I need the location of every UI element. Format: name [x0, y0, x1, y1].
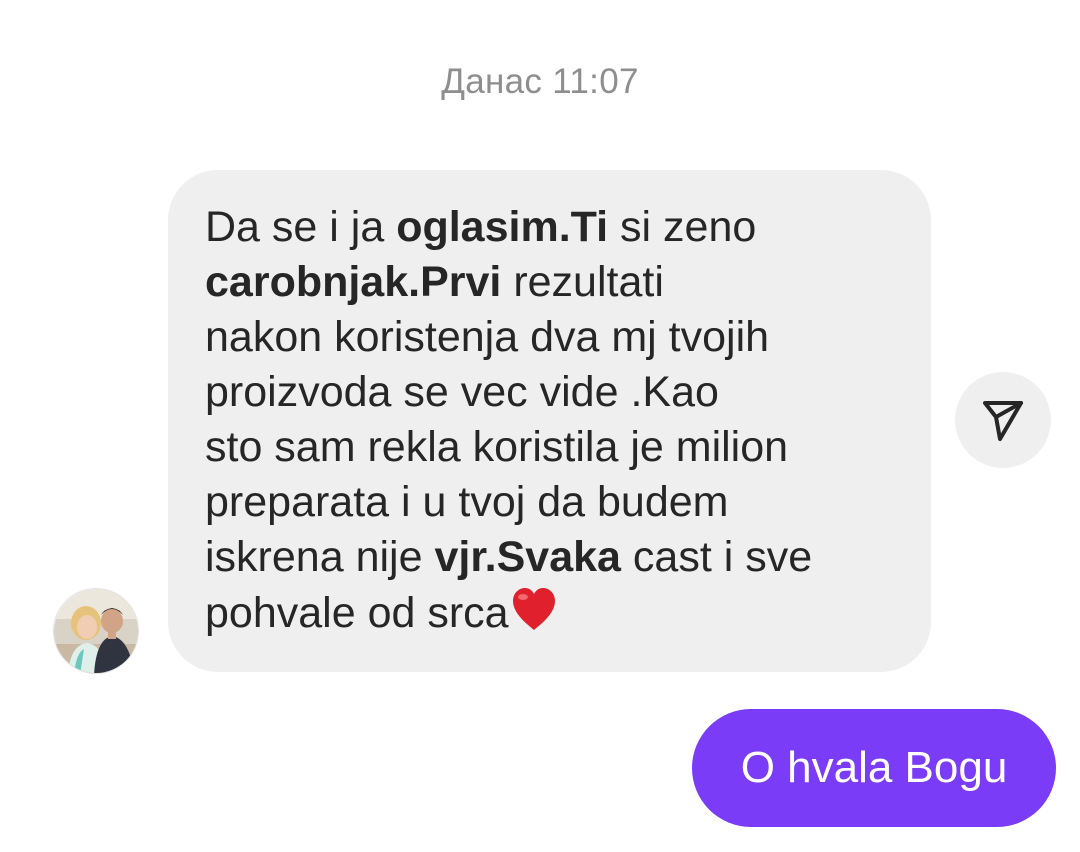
message-line: nakon koristenja dva mj tvojih	[205, 310, 903, 365]
message-text: sto sam rekla koristila je milion	[205, 423, 789, 471]
chat-thread: Данас 11:07 Da se i ja oglasim.Ti si zen…	[0, 0, 1080, 852]
sender-avatar[interactable]	[53, 588, 139, 674]
message-text: preparata i u tvoj da budem	[205, 478, 729, 526]
paper-plane-icon	[983, 401, 1023, 441]
message-text: iskrena nije	[205, 533, 435, 581]
message-line: proizvoda se vec vide .Kao	[205, 365, 903, 420]
mention-text: vjr.Svaka	[434, 533, 621, 581]
incoming-message-bubble[interactable]: Da se i ja oglasim.Ti si zeno carobnjak.P…	[168, 170, 931, 672]
mention-text: carobnjak.Prvi	[205, 258, 502, 306]
profile-photo-icon	[54, 589, 138, 673]
message-line: preparata i u tvoj da budem	[205, 475, 903, 530]
mention-text: oglasim.Ti	[396, 203, 609, 251]
message-line: iskrena nije vjr.Svaka cast i sve	[205, 530, 903, 585]
message-line: pohvale od srca	[205, 585, 903, 641]
message-text: cast i sve	[620, 533, 813, 581]
message-text: rezultati	[501, 258, 664, 306]
message-text: pohvale od srca	[205, 589, 509, 637]
message-text: proizvoda se vec vide .Kao	[205, 368, 719, 416]
message-timestamp: Данас 11:07	[441, 62, 639, 101]
message-line: Da se i ja oglasim.Ti si zeno	[205, 200, 903, 255]
red-heart-icon	[512, 588, 555, 630]
message-line: sto sam rekla koristila je milion	[205, 420, 903, 475]
message-text: nakon koristenja dva mj tvojih	[205, 313, 770, 361]
outgoing-message-bubble[interactable]: O hvala Bogu	[692, 709, 1056, 827]
share-button[interactable]	[955, 372, 1051, 468]
message-line: carobnjak.Prvi rezultati	[205, 255, 903, 310]
message-text: si zeno	[608, 203, 757, 251]
message-text: Da se i ja	[205, 203, 397, 251]
